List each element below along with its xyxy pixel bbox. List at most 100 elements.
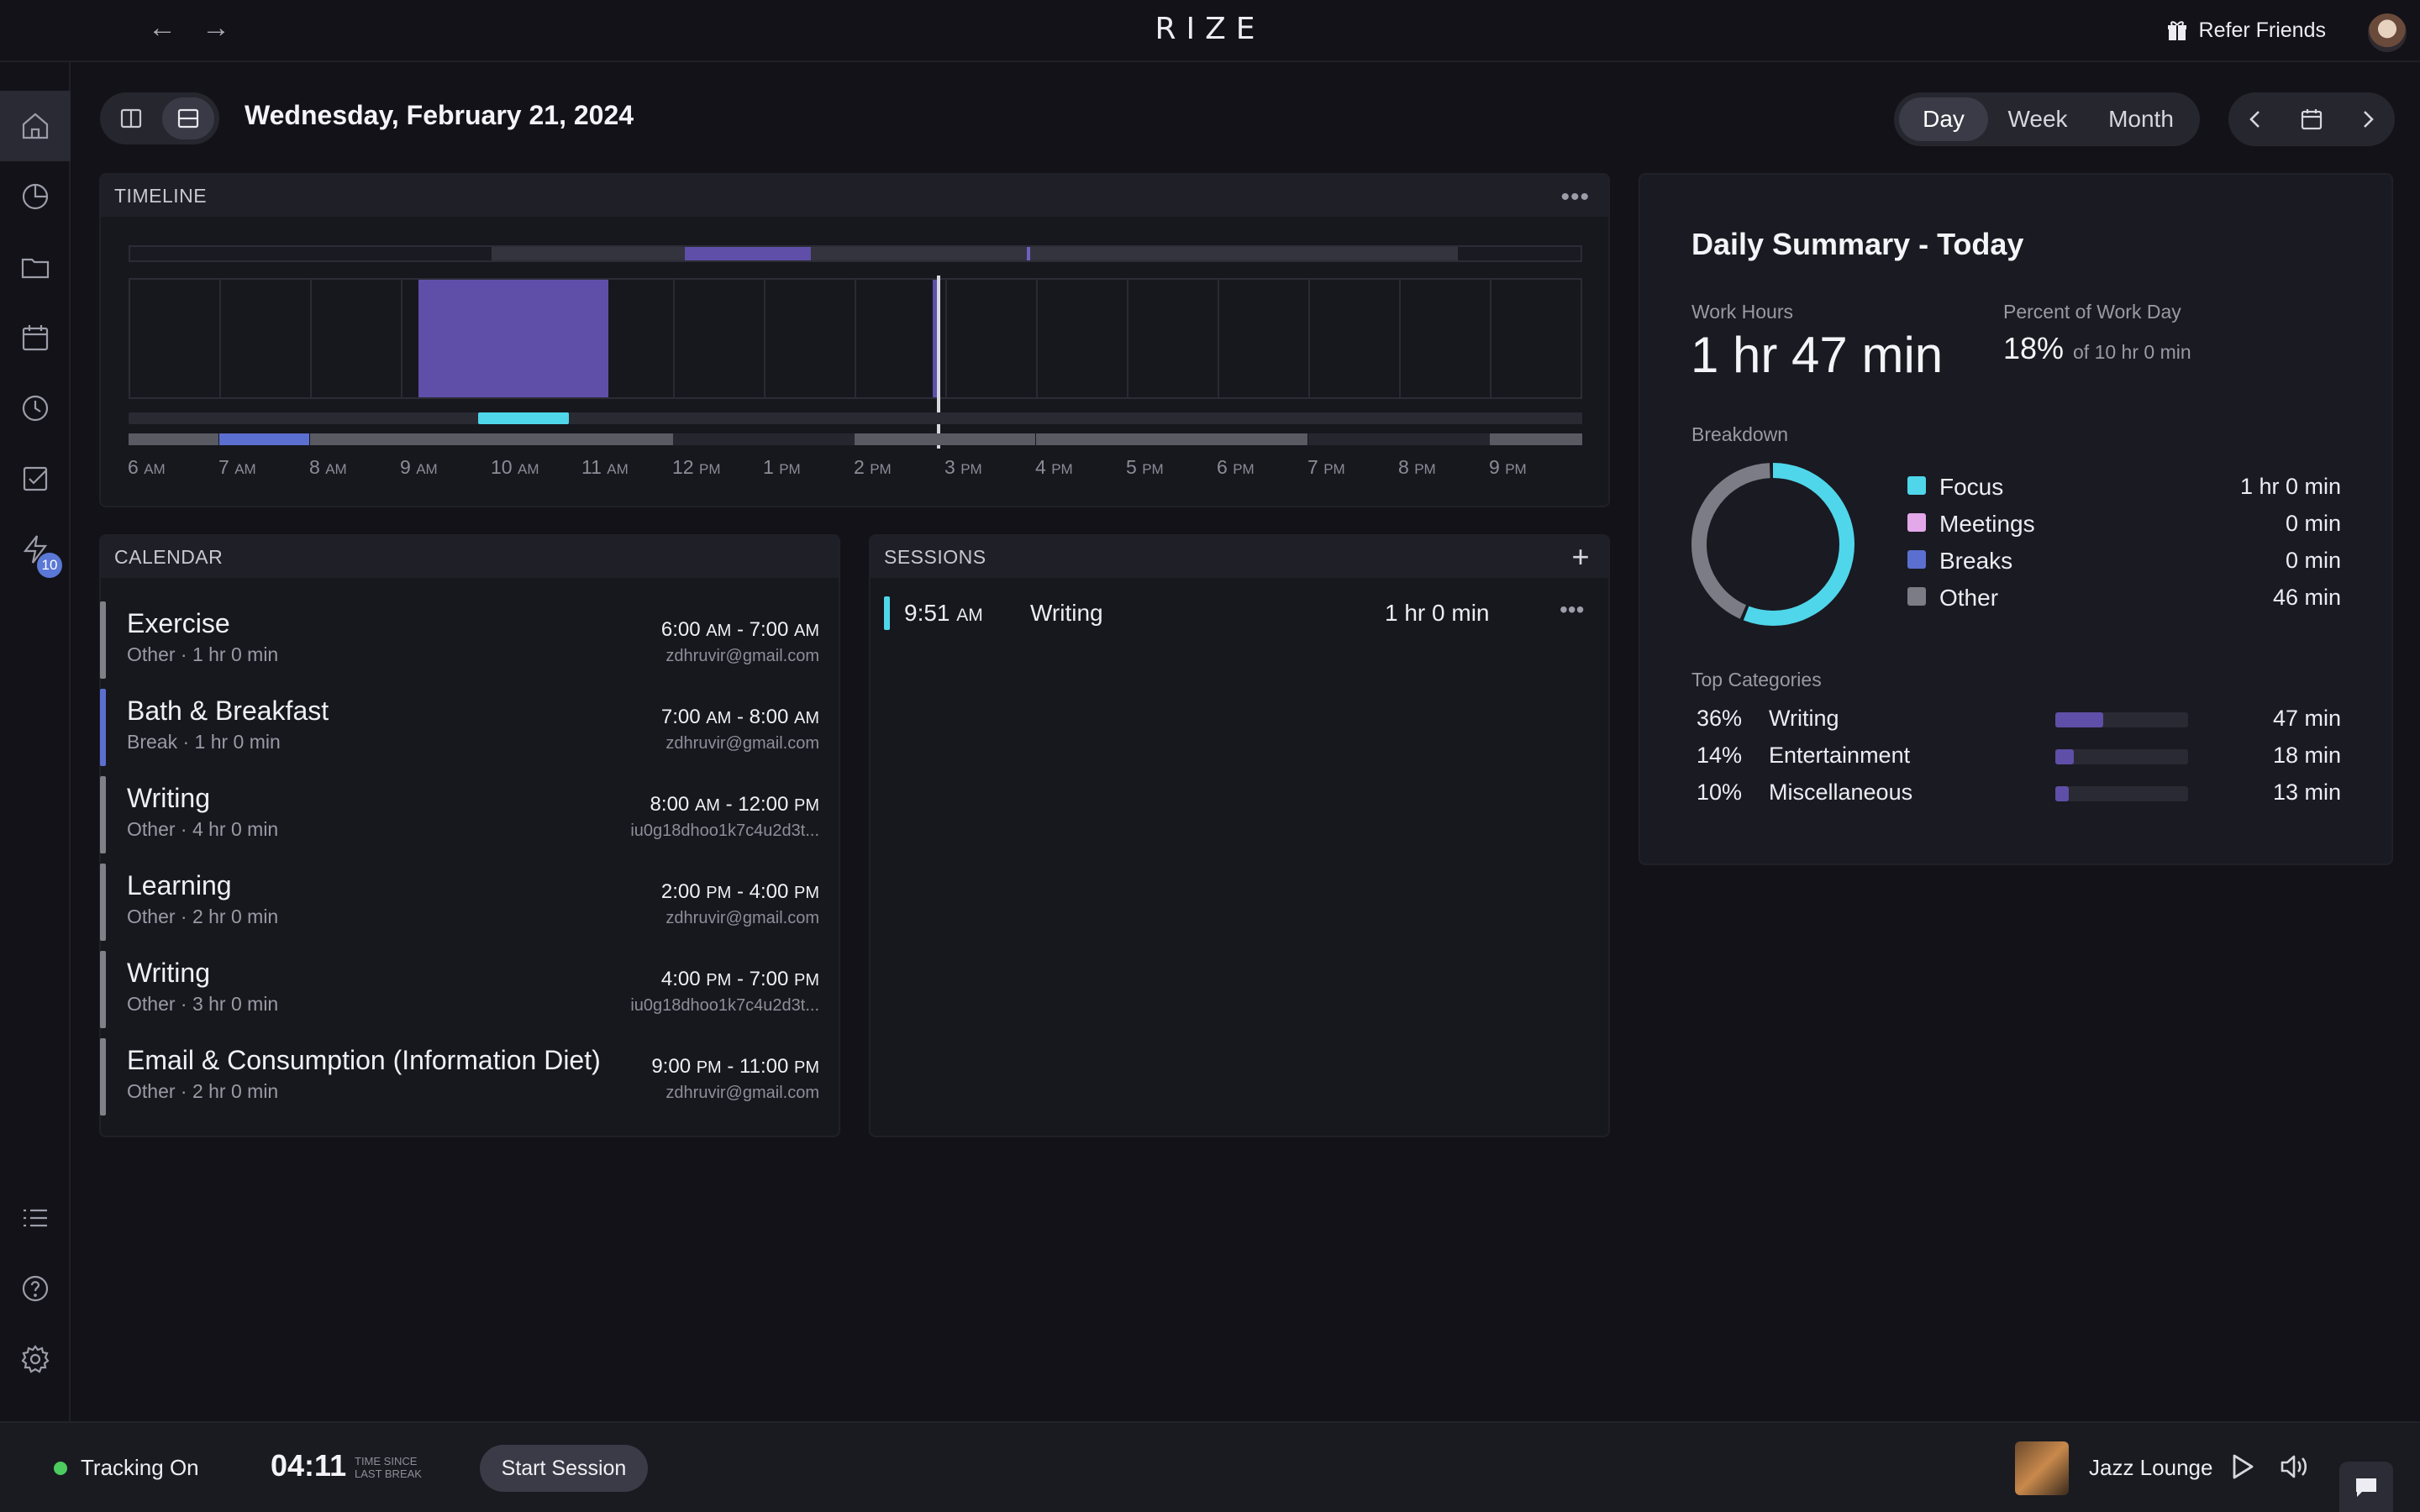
event-color-bar <box>100 601 106 679</box>
calendar-block[interactable] <box>855 433 1035 445</box>
calendar-block[interactable] <box>310 433 673 445</box>
sessions-title: SESSIONS <box>884 545 986 568</box>
event-subtitle: Break · 1 hr 0 min <box>127 731 281 753</box>
sidebar-item-automations[interactable]: 10 <box>0 514 71 585</box>
category-bar-fill <box>2055 712 2103 727</box>
refer-friends-button[interactable]: Refer Friends <box>2167 18 2326 43</box>
layout-toggle <box>100 92 219 144</box>
album-art[interactable] <box>2015 1441 2069 1495</box>
tick-label: 7 AM <box>218 456 256 478</box>
tick-label: 7 PM <box>1307 456 1345 478</box>
sessions-track <box>129 412 1582 424</box>
summary-title: Daily Summary - Today <box>1691 227 2024 261</box>
play-button[interactable] <box>2227 1452 2257 1486</box>
session-more-options-icon[interactable]: ••• <box>1560 596 1584 623</box>
calendar-block[interactable] <box>219 433 309 445</box>
help-icon <box>22 1275 49 1302</box>
calendar-event[interactable]: Writing Other · 4 hr 0 min 8:00 AM - 12:… <box>100 774 839 855</box>
timeline-activity-block[interactable] <box>418 280 608 397</box>
tick-label: 2 PM <box>854 456 892 478</box>
sidebar-item-tasks[interactable] <box>0 444 71 514</box>
event-color-bar <box>100 951 106 1028</box>
tick-label: 5 PM <box>1126 456 1164 478</box>
tracking-status-dot <box>54 1462 67 1475</box>
legend-breaks: Breaks <box>1939 548 2013 574</box>
calendar-block[interactable] <box>1490 433 1582 445</box>
notification-badge: 10 <box>37 553 62 578</box>
more-options-icon[interactable]: ••• <box>1560 183 1590 212</box>
tick-label: 6 AM <box>128 456 166 478</box>
calendar-title: CALENDAR <box>114 545 224 568</box>
timeline-grid[interactable] <box>129 278 1582 399</box>
category-time: 18 min <box>2272 743 2341 768</box>
event-time: 9:00 PM - 11:00 PM <box>651 1055 819 1078</box>
stacked-view-button[interactable] <box>162 97 214 139</box>
gift-icon <box>2167 20 2186 40</box>
calendar-gap <box>1308 433 1490 445</box>
calendar-event[interactable]: Learning Other · 2 hr 0 min 2:00 PM - 4:… <box>100 862 839 942</box>
category-time: 13 min <box>2272 780 2341 805</box>
sidebar-item-home[interactable] <box>0 91 71 161</box>
event-subtitle: Other · 1 hr 0 min <box>127 643 279 665</box>
category-name: Entertainment <box>1769 743 1911 768</box>
calendar-block[interactable] <box>129 433 218 445</box>
tick-label: 8 PM <box>1398 456 1436 478</box>
event-account: zdhruvir@gmail.com <box>666 647 819 665</box>
event-account: iu0g18dhoo1k7c4u2d3t... <box>630 822 819 840</box>
sidebar-item-analytics[interactable] <box>0 161 71 232</box>
calendar-icon <box>22 325 49 351</box>
event-time: 2:00 PM - 4:00 PM <box>660 880 819 903</box>
event-account: iu0g18dhoo1k7c4u2d3t... <box>630 996 819 1015</box>
event-subtitle: Other · 3 hr 0 min <box>127 993 279 1015</box>
event-time: 8:00 AM - 12:00 PM <box>650 793 819 816</box>
calendar-event[interactable]: Writing Other · 3 hr 0 min 4:00 PM - 7:0… <box>100 949 839 1030</box>
breakdown-label: Breakdown <box>1691 423 1789 445</box>
legend-swatch <box>1907 587 1926 606</box>
legend-swatch <box>1907 550 1926 569</box>
legend-focus: Focus <box>1939 474 2004 500</box>
timeline-overview-strip[interactable] <box>129 245 1582 262</box>
sidebar-item-projects[interactable] <box>0 232 71 302</box>
tracking-status[interactable]: Tracking On <box>81 1455 199 1481</box>
calendar-event[interactable]: Bath & Breakfast Break · 1 hr 0 min 7:00… <box>100 687 839 768</box>
sidebar-item-calendar[interactable] <box>0 302 71 373</box>
overview-focus-block <box>685 247 811 260</box>
home-icon <box>22 113 49 139</box>
calendar-block[interactable] <box>1036 433 1307 445</box>
event-account: zdhruvir@gmail.com <box>666 734 819 753</box>
category-bar <box>2055 749 2188 764</box>
sessions-header: SESSIONS + <box>871 536 1608 578</box>
sidebar-item-settings[interactable] <box>0 1324 71 1394</box>
event-title: Exercise <box>127 608 230 638</box>
volume-button[interactable] <box>2279 1452 2311 1486</box>
sidebar-item-list[interactable] <box>0 1183 71 1253</box>
chat-button[interactable] <box>2339 1462 2393 1512</box>
add-session-icon[interactable]: + <box>1571 539 1590 575</box>
rows-icon <box>177 108 199 129</box>
session-time: 9:51 AM <box>904 600 983 626</box>
next-day-button[interactable] <box>2346 97 2390 141</box>
breakdown-donut-chart <box>1691 463 1854 626</box>
range-day-button[interactable]: Day <box>1899 97 1988 141</box>
date-picker-button[interactable] <box>2290 97 2333 141</box>
calendar-track <box>129 433 1582 445</box>
previous-day-button[interactable] <box>2233 97 2277 141</box>
overview-marker <box>1027 247 1030 260</box>
calendar-icon <box>2301 109 2323 130</box>
sidebar-item-help[interactable] <box>0 1253 71 1324</box>
session-row[interactable]: 9:51 AM Writing 1 hr 0 min ••• <box>884 595 1595 633</box>
user-avatar[interactable] <box>2368 13 2407 52</box>
category-percent: 14% <box>1697 743 1743 768</box>
refer-friends-label: Refer Friends <box>2198 18 2326 42</box>
top-categories-label: Top Categories <box>1691 669 1822 690</box>
sidebar-item-history[interactable] <box>0 373 71 444</box>
range-month-button[interactable]: Month <box>2087 97 2195 141</box>
session-block[interactable] <box>478 412 569 424</box>
range-week-button[interactable]: Week <box>1990 97 2086 141</box>
calendar-event[interactable]: Exercise Other · 1 hr 0 min 6:00 AM - 7:… <box>100 600 839 680</box>
breakdown-legend: Focus 1 hr 0 min Meetings 0 min Breaks 0… <box>1907 474 2341 625</box>
event-subtitle: Other · 2 hr 0 min <box>127 906 279 927</box>
split-view-button[interactable] <box>105 97 157 139</box>
calendar-event[interactable]: Email & Consumption (Information Diet) O… <box>100 1037 839 1117</box>
start-session-button[interactable]: Start Session <box>480 1445 648 1492</box>
